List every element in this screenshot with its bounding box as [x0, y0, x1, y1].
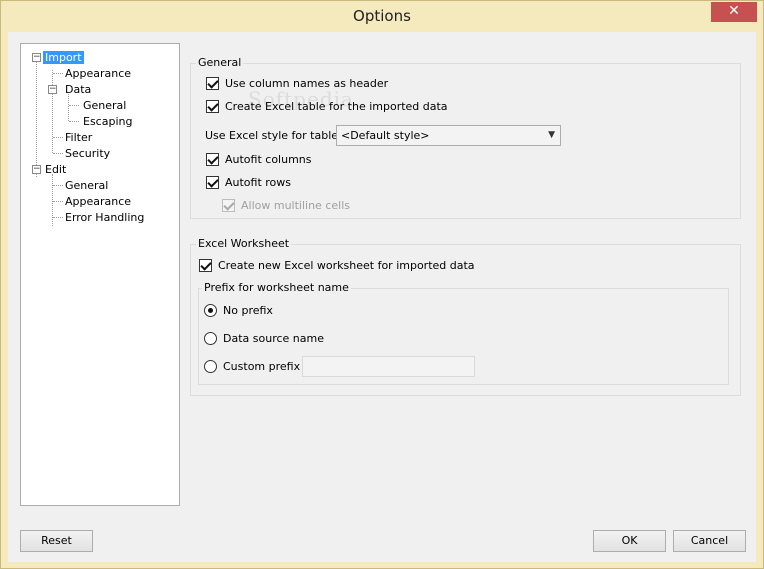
expander-data-icon[interactable]: − [48, 85, 57, 94]
tree-item-security[interactable]: Security [65, 146, 110, 161]
autofit-columns-checkbox[interactable]: Autofit columns [206, 152, 312, 168]
checkbox-label: Use column names as header [225, 77, 389, 90]
excel-style-select[interactable]: <Default style> ▼ [336, 125, 561, 146]
tree-item-edit-general[interactable]: General [65, 178, 108, 193]
expander-edit-icon[interactable]: − [32, 165, 41, 174]
data-source-name-radio[interactable]: Data source name [204, 331, 324, 347]
tree-item-escaping[interactable]: Escaping [83, 114, 132, 129]
checkbox-checked-icon [206, 99, 219, 113]
checkbox-checked-icon [222, 198, 235, 212]
options-dialog: Options ✕ − Import Appearance − Data Gen… [0, 0, 764, 569]
checkbox-checked-icon [206, 76, 219, 90]
radio-unselected-icon [204, 331, 217, 345]
custom-prefix-input[interactable] [302, 356, 475, 377]
radio-selected-icon [204, 303, 217, 317]
excel-style-value: <Default style> [341, 129, 430, 142]
cancel-button[interactable]: Cancel [673, 530, 746, 552]
checkbox-label: Create Excel table for the imported data [225, 100, 448, 113]
radio-unselected-icon [204, 359, 217, 373]
options-tree[interactable]: − Import Appearance − Data General Escap… [20, 43, 180, 506]
tree-item-import[interactable]: Import [43, 50, 84, 65]
radio-label: No prefix [223, 304, 273, 317]
radio-label: Custom prefix [223, 360, 301, 373]
custom-prefix-radio[interactable]: Custom prefix [204, 359, 300, 375]
title-bar: Options ✕ [1, 1, 763, 32]
tree-item-data[interactable]: Data [65, 82, 91, 97]
create-excel-table-checkbox[interactable]: Create Excel table for the imported data [206, 99, 448, 115]
create-new-worksheet-checkbox[interactable]: Create new Excel worksheet for imported … [199, 258, 475, 274]
dialog-body: − Import Appearance − Data General Escap… [8, 32, 756, 562]
tree-item-error-handling[interactable]: Error Handling [65, 210, 144, 225]
tree-item-edit[interactable]: Edit [45, 162, 66, 177]
checkbox-checked-icon [206, 175, 219, 189]
checkbox-label: Autofit columns [225, 153, 312, 166]
tree-item-import-appearance[interactable]: Appearance [65, 66, 131, 81]
radio-label: Data source name [223, 332, 324, 345]
chevron-down-icon: ▼ [548, 130, 555, 140]
autofit-rows-checkbox[interactable]: Autofit rows [206, 175, 291, 191]
checkbox-label: Allow multiline cells [241, 199, 350, 212]
use-column-names-checkbox[interactable]: Use column names as header [206, 76, 388, 92]
checkbox-checked-icon [206, 152, 219, 166]
window-title: Options [353, 7, 411, 25]
ok-button[interactable]: OK [593, 530, 666, 552]
checkbox-checked-icon [199, 258, 212, 272]
excel-worksheet-group-title: Excel Worksheet [196, 237, 292, 250]
excel-style-label: Use Excel style for table [205, 129, 339, 142]
reset-button[interactable]: Reset [20, 530, 93, 552]
tree-item-filter[interactable]: Filter [65, 130, 92, 145]
general-group-title: General [196, 56, 244, 69]
no-prefix-radio[interactable]: No prefix [204, 303, 273, 319]
expander-import-icon[interactable]: − [32, 53, 41, 62]
allow-multiline-checkbox[interactable]: Allow multiline cells [222, 198, 350, 214]
checkbox-label: Autofit rows [225, 176, 292, 189]
tree-item-label: Import [43, 51, 84, 64]
prefix-group-title: Prefix for worksheet name [202, 281, 351, 294]
checkbox-label: Create new Excel worksheet for imported … [218, 259, 475, 272]
close-button[interactable]: ✕ [711, 2, 757, 22]
tree-item-edit-appearance[interactable]: Appearance [65, 194, 131, 209]
tree-item-data-general[interactable]: General [83, 98, 126, 113]
